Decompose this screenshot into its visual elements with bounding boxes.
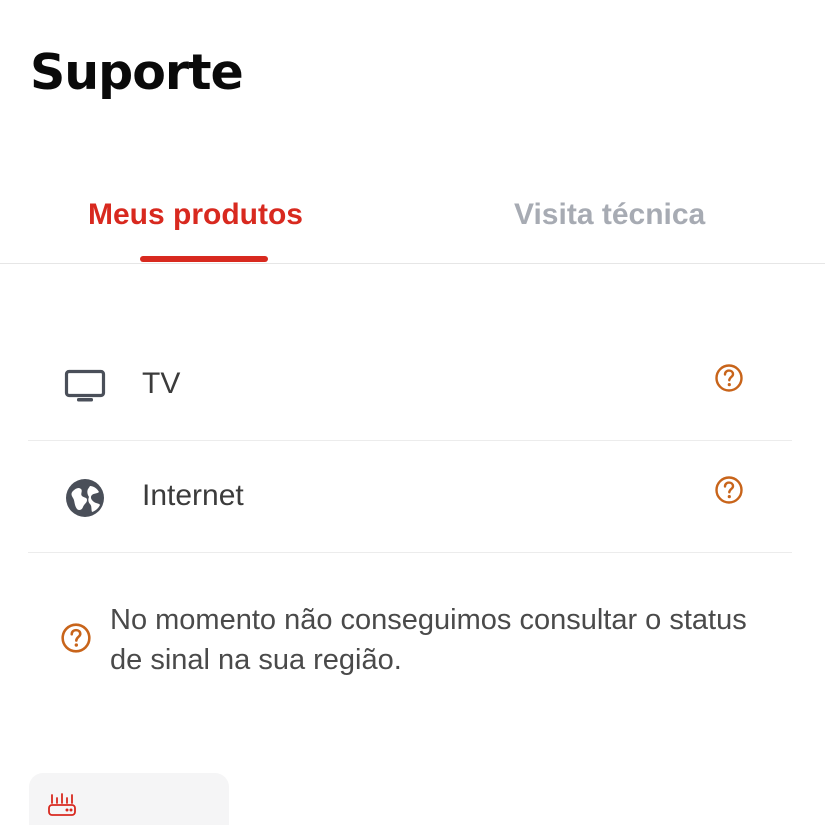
page-title: Suporte [30,44,244,101]
active-tab-indicator [140,256,268,262]
notice-text: No momento não conseguimos consultar o s… [110,604,747,676]
help-circle-icon [61,623,91,653]
help-circle-icon[interactable] [714,363,744,393]
tab-bar: Meus produtos Visita técnica [0,180,825,264]
product-row-tv[interactable]: TV [28,329,792,441]
globe-icon [66,479,104,517]
equipment-card[interactable] [29,773,229,825]
help-circle-icon[interactable] [714,475,744,505]
product-label-tv: TV [142,367,181,400]
tv-icon [64,369,106,402]
router-icon [48,793,76,816]
product-row-internet[interactable]: Internet [28,441,792,553]
tab-meus-produtos[interactable]: Meus produtos [88,198,303,232]
product-label-internet: Internet [142,479,244,512]
tab-visita-tecnica[interactable]: Visita técnica [514,198,705,232]
